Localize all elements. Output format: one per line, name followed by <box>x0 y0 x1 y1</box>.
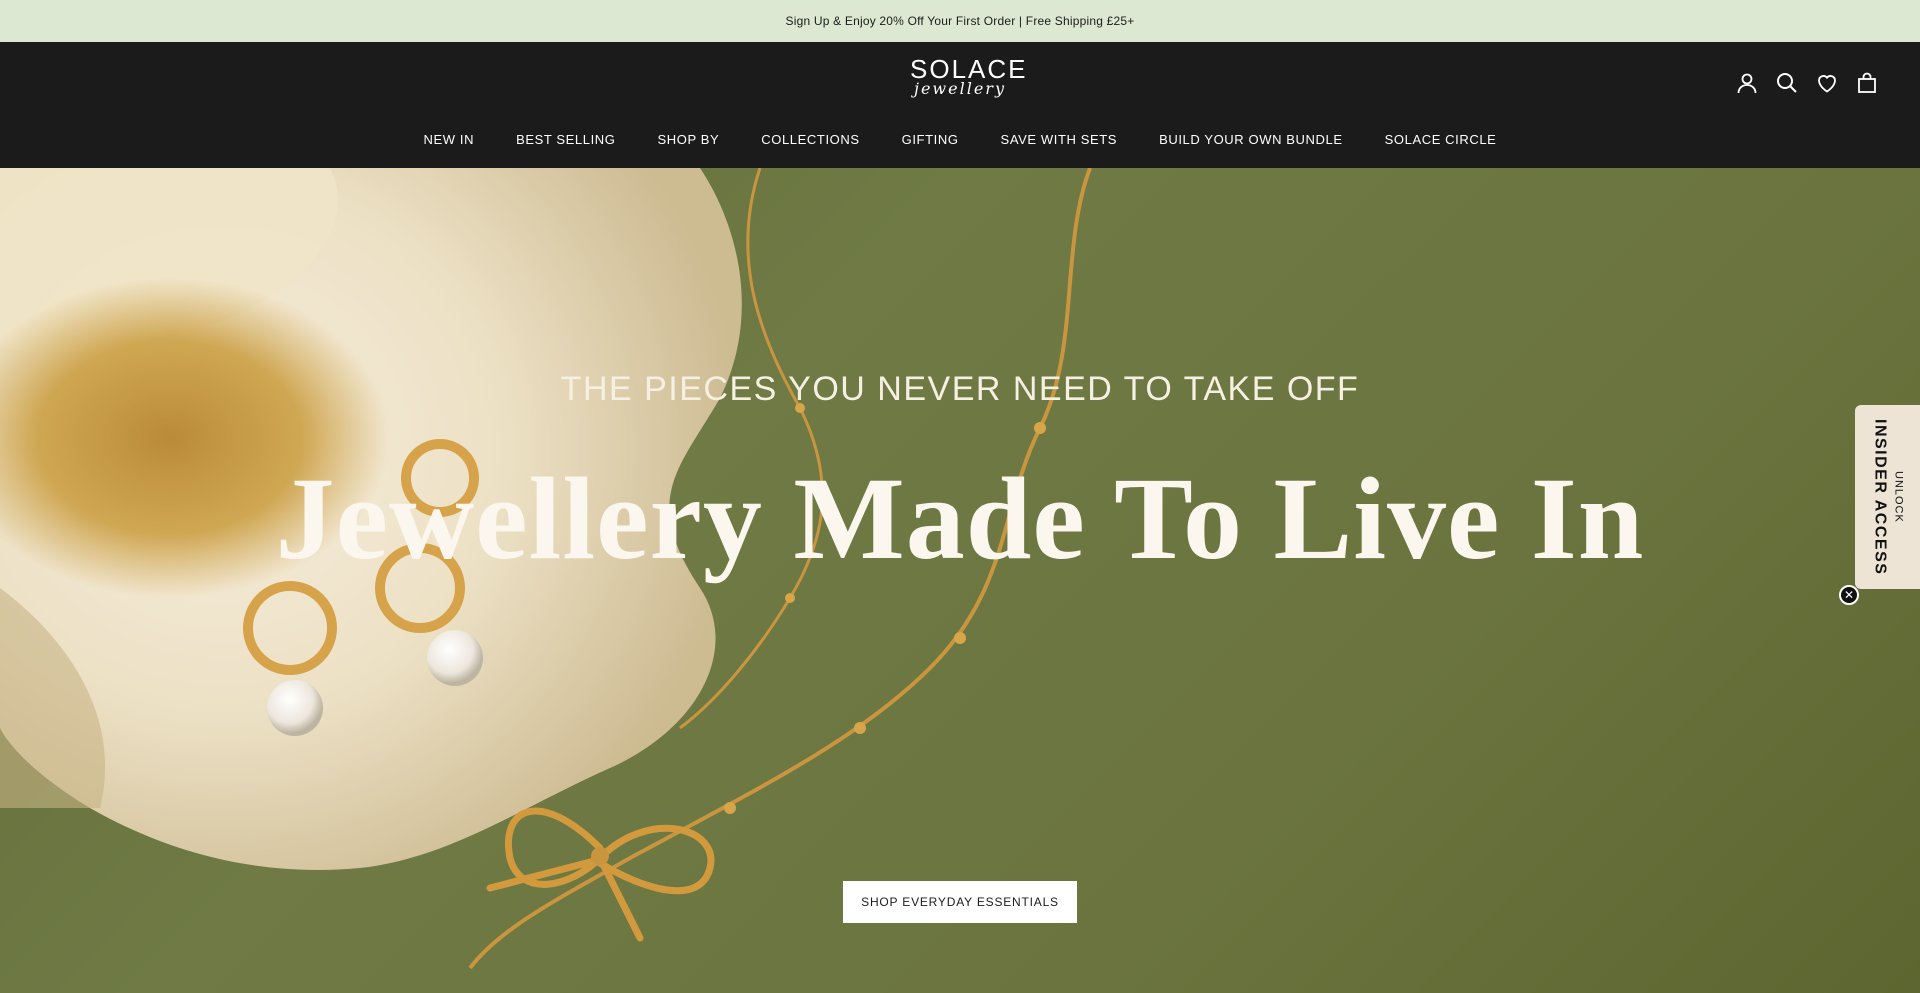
insider-access-tab[interactable]: INSIDER ACCESS UNLOCK <box>1855 405 1920 589</box>
nav-item-build-your-own-bundle[interactable]: BUILD YOUR OWN BUNDLE <box>1159 132 1343 147</box>
wishlist-icon[interactable] <box>1814 70 1840 96</box>
shop-everyday-essentials-button[interactable]: SHOP EVERYDAY ESSENTIALS <box>843 881 1077 923</box>
announcement-bar[interactable]: Sign Up & Enjoy 20% Off Your First Order… <box>0 0 1920 42</box>
logo[interactable]: SOLACE jewellery <box>910 56 1026 104</box>
announcement-text: Sign Up & Enjoy 20% Off Your First Order… <box>785 14 1135 28</box>
nav-item-solace-circle[interactable]: SOLACE CIRCLE <box>1385 132 1497 147</box>
unlock-label: UNLOCK <box>1892 471 1905 523</box>
header-icons <box>1734 68 1880 98</box>
nav-item-new-in[interactable]: NEW IN <box>424 132 475 147</box>
logo-script-text: jewellery <box>914 79 1006 98</box>
hero-title: Jewellery Made To Live In <box>275 453 1645 584</box>
close-icon[interactable]: ✕ <box>1839 585 1859 605</box>
search-icon[interactable] <box>1774 70 1800 96</box>
hero-kicker: THE PIECES YOU NEVER NEED TO TAKE OFF <box>560 370 1360 408</box>
nav-item-gifting[interactable]: GIFTING <box>902 132 959 147</box>
bag-icon[interactable] <box>1854 70 1880 96</box>
account-icon[interactable] <box>1734 70 1760 96</box>
nav-item-shop-by[interactable]: SHOP BY <box>658 132 720 147</box>
insider-access-label: INSIDER ACCESS <box>1871 418 1889 576</box>
nav-item-best-selling[interactable]: BEST SELLING <box>516 132 615 147</box>
hero-banner: THE PIECES YOU NEVER NEED TO TAKE OFF Je… <box>0 168 1920 993</box>
nav-item-collections[interactable]: COLLECTIONS <box>761 132 859 147</box>
site-header: SOLACE jewellery NEW IN BEST SELLING SHO… <box>0 42 1920 168</box>
nav-item-save-with-sets[interactable]: SAVE WITH SETS <box>1001 132 1118 147</box>
main-nav: NEW IN BEST SELLING SHOP BY COLLECTIONS … <box>0 122 1920 156</box>
